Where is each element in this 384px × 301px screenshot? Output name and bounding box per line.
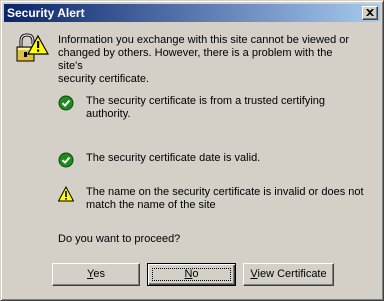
dialog-title: Security Alert xyxy=(7,6,85,20)
check-date-valid: The security certificate date is valid. xyxy=(86,152,261,164)
check-name-invalid: The name on the security certificate is … xyxy=(86,186,364,211)
proceed-question: Do you want to proceed? xyxy=(58,233,181,245)
view-certificate-mnemonic: V xyxy=(250,268,258,280)
warning-icon xyxy=(58,186,74,202)
security-alert-dialog: Security Alert Information you exchange … xyxy=(0,0,384,301)
check-trusted-authority: The security certificate is from a trust… xyxy=(86,95,326,120)
green-check-icon xyxy=(58,152,74,168)
security-lock-icon xyxy=(16,33,49,62)
view-certificate-button[interactable]: View Certificate xyxy=(243,263,334,286)
close-button[interactable] xyxy=(362,6,378,20)
green-check-icon xyxy=(58,95,74,111)
close-icon xyxy=(366,9,374,16)
intro-text: Information you exchange with this site … xyxy=(58,34,350,85)
title-bar[interactable]: Security Alert xyxy=(4,4,380,22)
no-button[interactable]: No xyxy=(147,263,236,286)
yes-button[interactable]: Yes xyxy=(52,263,140,286)
